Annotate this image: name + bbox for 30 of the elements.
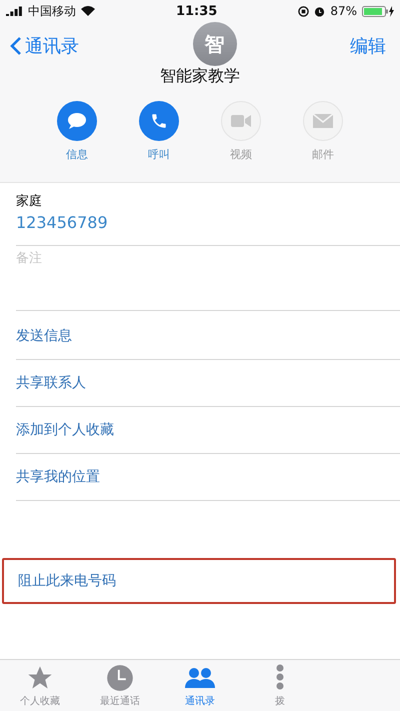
tab[interactable]: 最近通话	[80, 660, 160, 711]
edit-link[interactable]: 编辑	[350, 34, 386, 58]
rotation-lock-icon	[298, 6, 310, 16]
signal-icon	[6, 6, 23, 16]
battery-charging-icon	[362, 6, 394, 16]
wifi-icon	[81, 6, 95, 16]
avatar: 智	[192, 22, 236, 66]
speech-bubble-icon	[67, 112, 87, 130]
keypad-icon	[275, 664, 285, 692]
back-link[interactable]: 通讯录	[10, 34, 79, 58]
action-link[interactable]: 共享我的位置	[16, 454, 400, 501]
contact-name: 智能家教学	[159, 66, 241, 87]
action-link[interactable]: 添加到个人收藏	[16, 407, 400, 454]
block-caller-link[interactable]: 阻止此来电号码	[2, 558, 396, 604]
status-time: 11:35	[176, 4, 218, 18]
tab[interactable]: 通讯录	[160, 660, 240, 711]
phone-label: 家庭	[16, 193, 43, 210]
action-link[interactable]: 发送信息	[16, 313, 400, 360]
phone-icon	[150, 112, 168, 130]
tab[interactable]: 个人收藏	[0, 660, 80, 711]
tab[interactable]: 拨	[240, 660, 320, 711]
carrier-name: 中国移动	[28, 2, 76, 20]
clock-icon	[106, 664, 134, 692]
phone-number[interactable]: 123456789	[16, 213, 400, 232]
video-camera-icon	[231, 114, 251, 128]
chevron-left-icon	[10, 36, 22, 56]
envelope-icon	[313, 114, 333, 128]
action-link[interactable]: 共享联系人	[16, 360, 400, 407]
alarm-icon	[314, 6, 326, 16]
battery-percent: 87%	[330, 4, 357, 18]
